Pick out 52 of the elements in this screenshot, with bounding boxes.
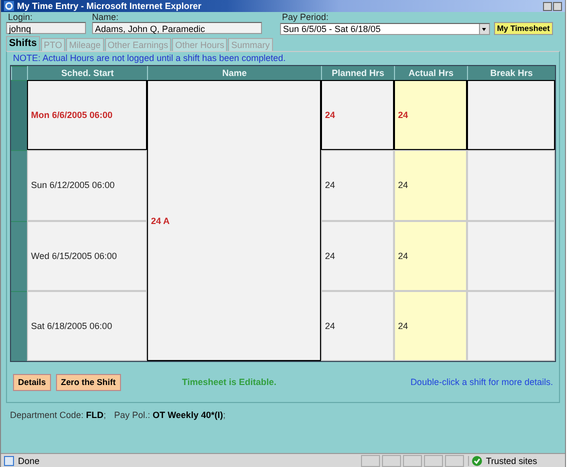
status-pane	[445, 454, 464, 466]
note-text: NOTE: Actual Hours are not logged until a shift has been completed.	[12, 52, 287, 65]
table-cell: 24	[394, 220, 467, 291]
header-corner	[11, 66, 27, 80]
column-header: Break Hrs	[467, 66, 555, 80]
row-selector[interactable]	[11, 150, 27, 220]
table-cell: 24	[394, 80, 467, 150]
table-cell: Wed 6/15/2005 06:00	[27, 220, 147, 291]
table-cell: 24	[394, 150, 467, 220]
status-text: Done	[18, 456, 41, 466]
action-button[interactable]: Zero the Shift	[56, 374, 121, 390]
column-header: Sched. Start	[27, 66, 147, 80]
table-cell: Sat 6/18/2005 06:00	[27, 290, 147, 361]
tab[interactable]: Shifts	[6, 36, 40, 51]
table-cell: 24	[321, 290, 394, 361]
pay-period-dropdown[interactable]: Sun 6/5/05 - Sat 6/18/05	[280, 22, 490, 34]
page-icon	[4, 456, 14, 466]
check-icon	[472, 456, 482, 466]
table-cell: 24	[321, 80, 394, 150]
status-pane	[361, 454, 380, 466]
browser-icon	[4, 1, 14, 11]
field-label: Login:	[7, 13, 34, 22]
minimize-icon[interactable]	[543, 2, 552, 10]
info-text: Department Code: FLD;	[10, 410, 106, 420]
table-cell: 24 A	[147, 80, 321, 361]
column-header: Actual Hrs	[394, 66, 467, 80]
my-timesheet-button[interactable]: My Timesheet	[494, 22, 553, 35]
security-zone-text: Trusted sites	[486, 456, 538, 466]
input-field[interactable]: Adams, John Q, Paramedic	[92, 22, 262, 34]
maximize-icon[interactable]	[553, 2, 562, 10]
table-cell: 24	[321, 150, 394, 220]
window-title: My Time Entry - Microsoft Internet Explorer	[17, 1, 202, 11]
info-text: Pay Pol.: OT Weekly 40*(I);	[114, 410, 226, 420]
table-cell: Mon 6/6/2005 06:00	[27, 80, 147, 150]
table-cell: 24	[321, 220, 394, 291]
column-header: Name	[147, 66, 321, 80]
field-label: Pay Period:	[281, 13, 330, 22]
dropdown-caret-icon[interactable]	[479, 24, 489, 34]
field-label: Name:	[91, 13, 120, 22]
status-message: Timesheet is Editable.	[180, 377, 278, 387]
table-cell: 24	[394, 290, 467, 361]
input-field[interactable]: johnq	[6, 22, 86, 34]
status-pane	[424, 454, 443, 466]
hint-text: Double-click a shift for more details.	[410, 377, 553, 387]
row-selector[interactable]	[11, 220, 27, 291]
column-header: Planned Hrs	[321, 66, 394, 80]
status-pane	[382, 454, 401, 466]
action-button[interactable]: Details	[13, 374, 51, 390]
row-selector[interactable]	[11, 290, 27, 361]
table-cell: Sun 6/12/2005 06:00	[27, 150, 147, 220]
row-selector[interactable]	[11, 80, 27, 150]
status-pane	[403, 454, 422, 466]
